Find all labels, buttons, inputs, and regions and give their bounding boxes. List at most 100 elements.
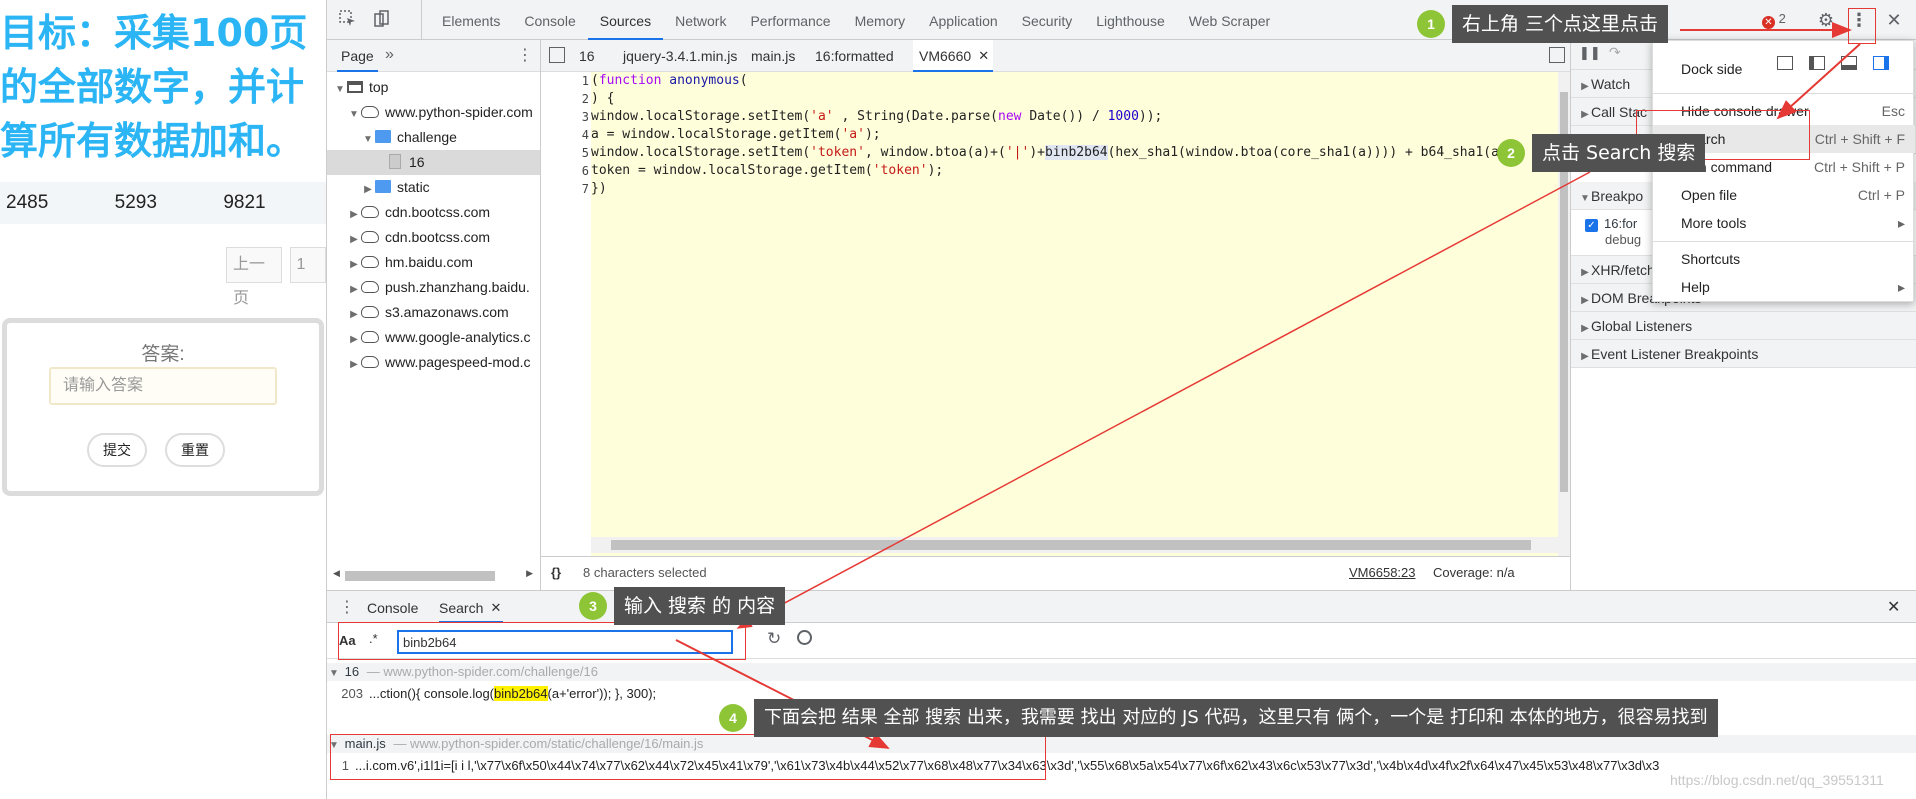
collapsed-triangle-icon[interactable]: ▶: [347, 202, 361, 225]
collapsed-triangle-icon[interactable]: ▶: [347, 302, 361, 325]
collapsed-triangle-icon[interactable]: ▶: [1579, 259, 1591, 287]
tree-item[interactable]: ▼ www.python-spider.com: [327, 100, 540, 125]
navigator-menu-icon[interactable]: ⋮: [517, 45, 533, 65]
tree-item[interactable]: ▶ static: [327, 175, 540, 200]
tab-memory[interactable]: Memory: [843, 0, 918, 40]
navigator-scrollbar[interactable]: ◀ ▶: [333, 568, 533, 584]
tab-elements[interactable]: Elements: [430, 0, 512, 40]
tree-item[interactable]: 16: [327, 150, 540, 175]
scrollbar-thumb[interactable]: [345, 571, 495, 581]
pretty-print-icon[interactable]: {}: [551, 557, 561, 589]
menu-item-help[interactable]: Help ▸: [1653, 273, 1915, 301]
tree-item[interactable]: ▶ cdn.bootcss.com: [327, 200, 540, 225]
editor-tab-jquery[interactable]: jquery-3.4.1.min.js: [617, 40, 743, 72]
line-number-gutter: 1 2 3 4 5 6 7: [541, 72, 591, 556]
result-file-header[interactable]: ▼ 16 — www.python-spider.com/challenge/1…: [327, 663, 1916, 681]
editor-tab-main-js[interactable]: main.js: [745, 40, 801, 72]
watermark: https://blog.csdn.net/qq_39551311: [1670, 772, 1884, 788]
code-area[interactable]: (function anonymous( ) { window.localSto…: [591, 72, 1558, 556]
reset-button[interactable]: 重置: [165, 433, 225, 467]
collapsed-triangle-icon[interactable]: ▶: [1579, 315, 1591, 343]
step-over-icon[interactable]: ↷: [1609, 44, 1621, 61]
tree-item[interactable]: ▼ challenge: [327, 125, 540, 150]
pause-icon[interactable]: ❚❚: [1579, 45, 1601, 61]
tree-item-label: cdn.bootcss.com: [385, 204, 491, 220]
collapsed-triangle-icon[interactable]: ▶: [1579, 73, 1591, 101]
tree-item[interactable]: ▶ cdn.bootcss.com: [327, 225, 540, 250]
collapsed-triangle-icon[interactable]: ▶: [1579, 343, 1591, 371]
dock-bottom-icon[interactable]: [1841, 56, 1857, 70]
tab-application[interactable]: Application: [917, 0, 1010, 40]
expanded-triangle-icon[interactable]: ▼: [361, 127, 375, 150]
breakpoint-checkbox[interactable]: ✓: [1585, 219, 1598, 232]
expanded-triangle-icon[interactable]: ▼: [347, 102, 361, 125]
expand-triangle-icon[interactable]: ▼: [327, 665, 341, 683]
expanded-triangle-icon[interactable]: ▼: [333, 77, 347, 100]
error-count-badge[interactable]: ✕ 2: [1762, 11, 1786, 29]
drawer-menu-icon[interactable]: ⋮: [339, 597, 355, 617]
collapsed-triangle-icon[interactable]: ▶: [347, 327, 361, 350]
tree-item[interactable]: ▶ s3.amazonaws.com: [327, 300, 540, 325]
collapsed-triangle-icon[interactable]: ▶: [1579, 287, 1591, 315]
toggle-navigator-icon[interactable]: [549, 47, 565, 63]
scroll-left-arrow-icon[interactable]: ◀: [333, 568, 340, 579]
close-tab-icon[interactable]: ✕: [978, 40, 989, 72]
collapsed-triangle-icon[interactable]: ▶: [347, 252, 361, 275]
tab-lighthouse[interactable]: Lighthouse: [1084, 0, 1177, 40]
editor-tab-16[interactable]: 16: [573, 40, 601, 72]
device-toolbar-icon[interactable]: [371, 9, 393, 31]
collapsed-triangle-icon[interactable]: ▶: [361, 177, 375, 200]
frame-icon: [347, 81, 363, 93]
close-devtools-icon[interactable]: ✕: [1883, 9, 1905, 31]
scroll-right-arrow-icon[interactable]: ▶: [526, 568, 533, 579]
settings-gear-icon[interactable]: ⚙: [1815, 9, 1837, 31]
editor-tab-16-formatted[interactable]: 16:formatted: [809, 40, 900, 72]
clear-icon[interactable]: [797, 630, 812, 645]
editor-status-bar: {} 8 characters selected VM6658:23 Cover…: [541, 556, 1570, 590]
collapsed-triangle-icon[interactable]: ▶: [347, 227, 361, 250]
drawer-tabs: ⋮ Console Search ✕ ✕: [327, 591, 1916, 623]
collapsed-triangle-icon[interactable]: ▶: [347, 352, 361, 375]
drawer-tab-console[interactable]: Console: [367, 591, 418, 623]
collapsed-triangle-icon[interactable]: ▶: [347, 277, 361, 300]
undock-icon[interactable]: [1777, 56, 1793, 70]
dock-left-icon[interactable]: [1809, 56, 1825, 70]
tree-item[interactable]: ▶ push.zhanzhang.baidu.: [327, 275, 540, 300]
submit-button[interactable]: 提交: [87, 433, 147, 467]
expanded-triangle-icon[interactable]: ▼: [1579, 185, 1591, 213]
tree-item[interactable]: ▶ hm.baidu.com: [327, 250, 540, 275]
debugger-section[interactable]: ▶ Event Listener Breakpoints: [1571, 340, 1916, 368]
prev-page-button[interactable]: 上一页: [226, 247, 282, 307]
tab-network[interactable]: Network: [663, 0, 738, 40]
scrollbar-thumb[interactable]: [611, 540, 1531, 550]
collapsed-triangle-icon[interactable]: ▶: [1579, 101, 1591, 129]
dock-right-icon[interactable]: [1873, 56, 1889, 70]
close-drawer-icon[interactable]: ✕: [1887, 597, 1900, 617]
toggle-debugger-icon[interactable]: [1549, 47, 1565, 63]
more-tabs-chevron-icon[interactable]: »: [385, 46, 394, 64]
tab-performance[interactable]: Performance: [738, 0, 842, 40]
cloud-icon: [361, 306, 379, 318]
editor-tab-vm6660[interactable]: VM6660 ✕: [913, 40, 994, 72]
number-cell: 9821: [223, 192, 266, 213]
inspect-element-icon[interactable]: [337, 9, 359, 31]
menu-item-open-file[interactable]: Open file Ctrl + P: [1653, 181, 1915, 209]
tab-sources[interactable]: Sources: [587, 0, 664, 40]
tree-item[interactable]: ▼ top: [327, 75, 540, 100]
drawer-tab-search[interactable]: Search ✕: [439, 591, 504, 625]
close-tab-icon[interactable]: ✕: [490, 591, 501, 625]
refresh-icon[interactable]: ↻: [767, 629, 781, 649]
tab-page[interactable]: Page: [337, 40, 378, 72]
answer-input[interactable]: [49, 367, 277, 405]
tab-console[interactable]: Console: [512, 0, 587, 40]
tab-security[interactable]: Security: [1010, 0, 1085, 40]
editor-horizontal-scrollbar[interactable]: [591, 537, 1558, 553]
debugger-section[interactable]: ▶ Global Listeners: [1571, 312, 1916, 340]
menu-item-shortcuts[interactable]: Shortcuts: [1653, 245, 1915, 273]
menu-item-more-tools[interactable]: More tools ▸: [1653, 209, 1915, 237]
tab-web-scraper[interactable]: Web Scraper: [1177, 0, 1282, 40]
tree-item[interactable]: ▶ www.google-analytics.c: [327, 325, 540, 350]
source-location-link[interactable]: VM6658:23: [1349, 557, 1416, 589]
tree-item[interactable]: ▶ www.pagespeed-mod.c: [327, 350, 540, 375]
page-1-button[interactable]: 1: [289, 247, 326, 283]
